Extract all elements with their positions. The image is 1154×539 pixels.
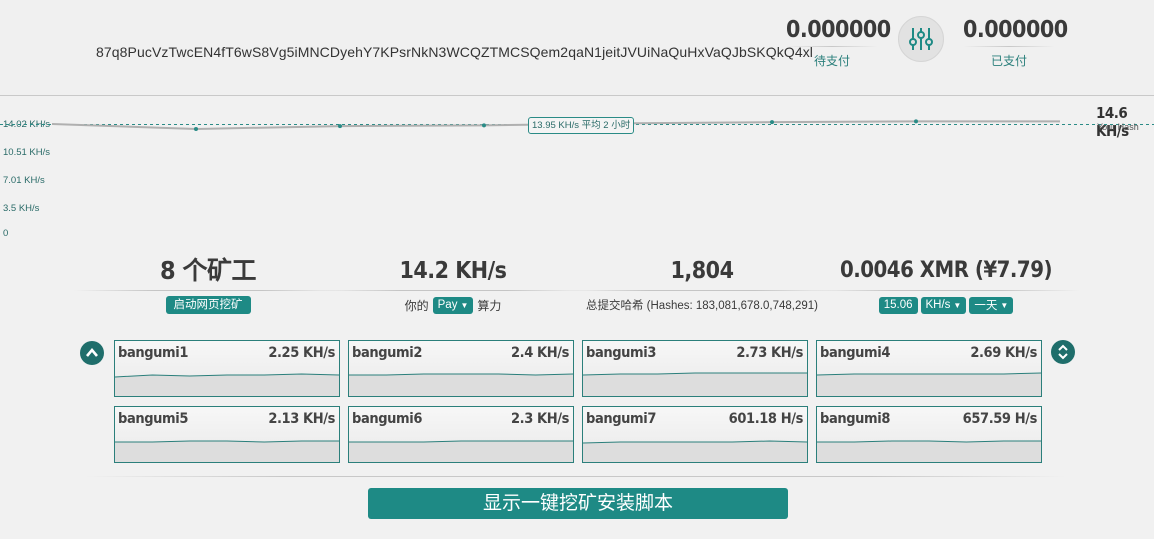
chevron-down-icon: ▼ bbox=[460, 300, 469, 310]
current-hash-label: Your Hash bbox=[1097, 122, 1139, 132]
data-point bbox=[482, 123, 486, 128]
workers-summary: 8 个矿工 启动网页挖矿 bbox=[74, 254, 342, 315]
chevron-down-icon: ▼ bbox=[953, 300, 962, 310]
double-chevron-icon bbox=[1058, 344, 1068, 360]
divider bbox=[786, 46, 878, 47]
average-hash-badge: 13.95 KH/s 平均 2 小时 bbox=[528, 117, 635, 134]
chevron-down-icon: ▼ bbox=[1000, 300, 1009, 310]
worker-name: bangumi7 bbox=[586, 411, 656, 427]
show-install-script-button[interactable]: 显示一键挖矿安装脚本 bbox=[368, 488, 788, 519]
divider bbox=[963, 46, 1055, 47]
worker-card[interactable]: bangumi4 2.69 KH/s bbox=[816, 340, 1042, 397]
worker-card[interactable]: bangumi8 657.59 H/s bbox=[816, 406, 1042, 463]
worker-hashrate: 2.69 KH/s bbox=[970, 345, 1037, 361]
worker-hashrate: 2.13 KH/s bbox=[268, 411, 335, 427]
divider bbox=[812, 290, 1080, 291]
worker-hashrate: 657.59 H/s bbox=[962, 411, 1038, 427]
worker-sparkline bbox=[817, 440, 1041, 462]
rate-input[interactable]: 15.06 bbox=[878, 296, 918, 314]
worker-count: 8 个矿工 bbox=[160, 256, 256, 285]
data-point bbox=[338, 124, 342, 129]
pending-balance: 0.000000 待支付 bbox=[786, 16, 891, 69]
chevron-up-icon bbox=[86, 347, 98, 357]
paid-value: 0.000000 bbox=[963, 17, 1068, 43]
worker-name: bangumi3 bbox=[586, 345, 656, 361]
worker-card[interactable]: bangumi6 2.3 KH/s bbox=[348, 406, 574, 463]
worker-name: bangumi1 bbox=[118, 345, 188, 361]
collapse-workers-button[interactable] bbox=[80, 341, 104, 365]
total-shares: 1,804 bbox=[670, 258, 734, 284]
worker-name: bangumi6 bbox=[352, 411, 422, 427]
header: 87q8PucVzTwcEN4fT6wS8Vg5iMNCDyehY7KPsrNk… bbox=[0, 0, 1154, 96]
divider bbox=[319, 290, 587, 291]
worker-sparkline bbox=[583, 372, 807, 396]
worker-sparkline bbox=[583, 440, 807, 462]
total-hashrate: 14.2 KH/s bbox=[399, 258, 508, 284]
earnings-summary: 0.0046 XMR (¥7.79) 15.06 KH/s ▼ 一天 ▼ bbox=[812, 254, 1080, 315]
worker-sparkline bbox=[349, 373, 573, 396]
hashrate-summary: 14.2 KH/s 你的 Pay ▼ 算力 bbox=[319, 254, 587, 315]
worker-name: bangumi5 bbox=[118, 411, 188, 427]
worker-hashrate: 2.25 KH/s bbox=[268, 345, 335, 361]
worker-sparkline bbox=[349, 440, 573, 462]
worker-card[interactable]: bangumi2 2.4 KH/s bbox=[348, 340, 574, 397]
worker-sparkline bbox=[817, 372, 1041, 396]
worker-hashrate: 2.4 KH/s bbox=[510, 345, 569, 361]
data-point bbox=[914, 119, 918, 124]
unit-select[interactable]: KH/s ▼ bbox=[920, 296, 967, 314]
worker-name: bangumi8 bbox=[820, 411, 890, 427]
period-select-value: 一天 bbox=[974, 300, 998, 312]
pay-select-value: Pay bbox=[437, 299, 458, 311]
shares-summary: 1,804 总提交哈希 (Hashes: 183,081,678.0,748,2… bbox=[568, 254, 836, 315]
wallet-address: 87q8PucVzTwcEN4fT6wS8Vg5iMNCDyehY7KPsrNk… bbox=[96, 44, 814, 60]
hashrate-prefix: 你的 bbox=[404, 298, 429, 313]
unit-select-value: KH/s bbox=[925, 299, 951, 311]
pending-value: 0.000000 bbox=[786, 17, 891, 43]
worker-name: bangumi4 bbox=[820, 345, 890, 361]
data-point bbox=[194, 126, 198, 131]
worker-card[interactable]: bangumi1 2.25 KH/s bbox=[114, 340, 340, 397]
worker-name: bangumi2 bbox=[352, 345, 422, 361]
hashrate-suffix: 算力 bbox=[477, 298, 502, 313]
expand-workers-button[interactable] bbox=[1051, 340, 1075, 364]
data-point bbox=[770, 120, 774, 125]
worker-card[interactable]: bangumi3 2.73 KH/s bbox=[582, 340, 808, 397]
worker-hashrate: 2.73 KH/s bbox=[736, 345, 803, 361]
sliders-icon bbox=[909, 28, 933, 50]
start-web-mining-button[interactable]: 启动网页挖矿 bbox=[165, 296, 251, 314]
worker-card[interactable]: bangumi7 601.18 H/s bbox=[582, 406, 808, 463]
period-select[interactable]: 一天 ▼ bbox=[969, 296, 1014, 314]
worker-hashrate: 601.18 H/s bbox=[728, 411, 804, 427]
settings-button[interactable] bbox=[898, 16, 944, 62]
pay-select[interactable]: Pay ▼ bbox=[432, 296, 474, 314]
divider bbox=[86, 476, 1066, 477]
estimated-earnings: 0.0046 XMR (¥7.79) bbox=[839, 258, 1053, 283]
pending-label: 待支付 bbox=[813, 54, 850, 68]
worker-card[interactable]: bangumi5 2.13 KH/s bbox=[114, 406, 340, 463]
shares-label: 总提交哈希 (Hashes: 183,081,678.0,748,291) bbox=[585, 300, 819, 312]
worker-sparkline bbox=[115, 373, 339, 396]
divider bbox=[568, 290, 836, 291]
worker-sparkline bbox=[115, 440, 339, 462]
paid-balance: 0.000000 已支付 bbox=[963, 16, 1068, 69]
paid-label: 已支付 bbox=[990, 54, 1027, 68]
worker-hashrate: 2.3 KH/s bbox=[510, 411, 569, 427]
divider bbox=[74, 290, 342, 291]
